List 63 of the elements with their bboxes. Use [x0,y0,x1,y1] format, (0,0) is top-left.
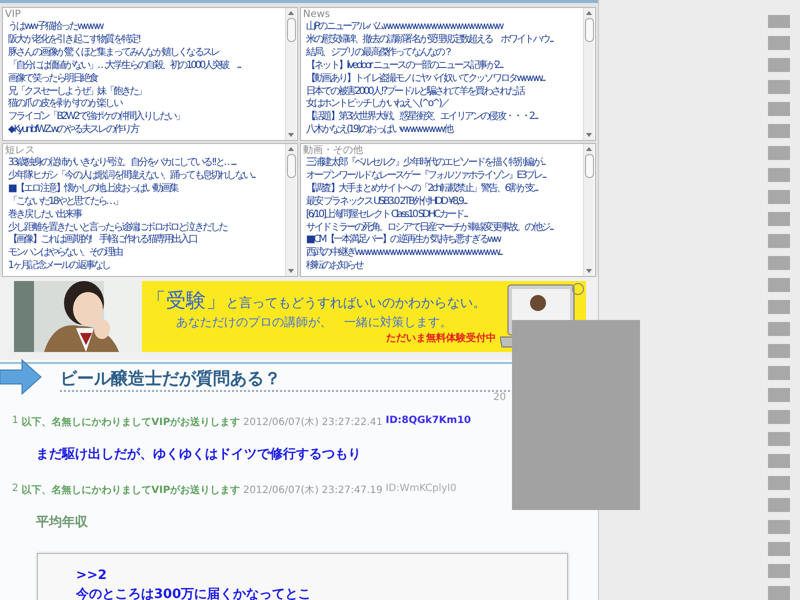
feed-link[interactable]: 「自分には価値がない」…大学生らの自殺、初の1000人突破 ... [8,60,240,73]
post-date: 2012/06/07(木) 23:27:47.19 [243,484,383,497]
feed-link[interactable]: 「こないだ18やと思てたら…」 [8,196,122,209]
feed-link[interactable]: 三浦建太郎『ベルセルク』少年時代のエピソードを描く特別編が... [306,157,545,170]
feed-link[interactable]: 【ネット】livedoor ニュースの一部のニュース記事が2... [306,60,503,73]
scroll-bar[interactable] [583,144,594,276]
post-body: まだ駆け出しだが、ゆくゆくはドイツで修行するつもり [35,446,362,464]
feed-link[interactable]: 猫の爪の皮を剥がすのが楽しい [8,98,122,112]
poster-id: ID:8QGk7Km10 [386,415,471,428]
feed-link[interactable]: 兄「クスセーしようぜ」妹「飽きた」 [8,86,146,98]
ad-headline-text: と言ってもどうすればいいのかわからない。 [226,296,486,311]
feed-link[interactable]: 八木かなえ(19)のおっぱいwwwwwww他 [306,124,452,138]
feed-link[interactable]: ■CM【一本満足バー】の逆再生が気持ち悪すぎるww [306,234,500,248]
scroll-bar[interactable] [583,8,594,140]
feed-link[interactable]: 西武の中継ぎwwwwwwwwwwwwwwwwwwwwwww... [306,247,502,260]
feed-link[interactable]: 米の慰安婦碑、撤去の請願署名が受理規定数超える ホワイトハウ... [306,34,553,47]
post-number: 2 [12,483,18,496]
arrow-icon [0,356,42,398]
feed-link[interactable]: 【調査】大手まとめサイトへの「2ch転載禁止」警告、6割が支... [306,182,538,196]
feed-link[interactable]: 結局、ジブリの最高傑作ってなんなの？ [306,46,452,60]
feed-link[interactable]: うはww子猫拾ったwwww [8,21,102,34]
ad-cta: ただいま無料体験受付中 [386,332,496,345]
feed-link[interactable]: オープンワールドなレースゲー『フォルツァホライゾン』E3プレ... [306,170,546,183]
feed-link[interactable]: 少年隊ヒガシ「今の人は歌詞を間違えない、踊っても息切れしない... [8,170,255,183]
feed-link[interactable]: 巻き戻したい出来事 [8,208,81,222]
feed-link[interactable]: 【話題】第3次世界大戦、惑星衝突、エイリアンの侵攻・・・2... [306,111,538,124]
feed-link[interactable]: フライゴン「B2W2で強ポケの仲間入りしたい」 [8,111,184,124]
post-body: 平均年収 [35,514,89,532]
feed-link[interactable]: 1ヶ月記念メールの返事なし [8,260,110,274]
info-icon[interactable] [572,283,584,295]
feed-link[interactable]: ◆KyunbfWZ.wのやる夫スレの作り方 [8,124,138,138]
feed-link[interactable]: 豚さんの画像が驚くほど集まってみんなが嬉しくなるスレ [8,46,219,60]
panel-title: 動画・その他 [303,145,364,156]
feed-link[interactable]: 33歳独身の従姉がいきなり号泣。自分をバカにしている!!と…... [8,157,236,170]
feed-link[interactable]: 【画像】これは画期的! 手軽に作れる猫専用出入口 [8,234,196,248]
feed-link[interactable]: 少し距離を置きたいと言ったら途端にボロボロと泣きだした [8,222,227,234]
feed-link[interactable]: 阪大が老化を引き起こす物質を特定! [8,34,140,47]
poster-name: 以下、名無しにかわりましてVIPがお送りします [21,484,240,497]
feed-link[interactable]: モンハンはやらない。その理由 [8,247,122,260]
feed-link[interactable]: 【動画あり】トイレ盗撮モノにヤバイ奴いてクッソワロタwwww... [306,72,545,86]
poster-name: 以下、名無しにかわりましてVIPがお送りします [21,416,240,429]
poster-id: ID:WmKCplyl0 [386,483,456,496]
feed-link[interactable]: 最安 プラネックス USB3.0 2TB外付HDD ¥8,9... [306,196,466,209]
feed-link[interactable]: ■【エロ注意】懐かしの地上波おっぱい動画集 [8,182,178,196]
feed-link[interactable]: 移転のお知らせ [306,260,363,274]
feed-link[interactable]: 女はホントビッチしかいねえ＼(^o^)／ [306,98,449,112]
ad-banner[interactable]: 「受験」と言ってもどうすればいいのかわからない。 あなただけのプロの講師が、 一緒に対策します。 ただいま無料体験受付中 [14,281,586,352]
feed-link[interactable]: [6/10]上海問屋セレクト Class10 SDHCカード... [306,208,468,222]
feed-link[interactable]: 画像で笑ったら明日絶食 [8,72,98,86]
feed-link[interactable]: 日本での被害2000人!?プードルと騙されて羊を買わされた話 [306,86,524,98]
post-date: 2012/06/07(木) 23:27:22.41 [243,416,383,429]
panel-title: VIP [5,9,22,21]
feed-link[interactable]: 山Pのニューアルバムwwwwwwwwwwwwwwwwwww [306,21,502,34]
feed-link[interactable]: サイドミラーの死角。ロシアで日産マーチが車線変更事故。の他ジ... [306,222,553,234]
panel-title: News [303,9,332,20]
scroll-bar[interactable] [285,8,296,140]
panel-title: 短レス [5,145,36,156]
ad-subline: あなただけのプロの講師が、 一緒に対策します。 [175,314,453,331]
scroll-bar[interactable] [285,144,296,276]
ad-headline: 「受験」 [146,288,226,312]
article-date: 20 [493,392,506,403]
post-number: 1 [12,415,18,428]
quote-text: >>2 [76,567,108,585]
